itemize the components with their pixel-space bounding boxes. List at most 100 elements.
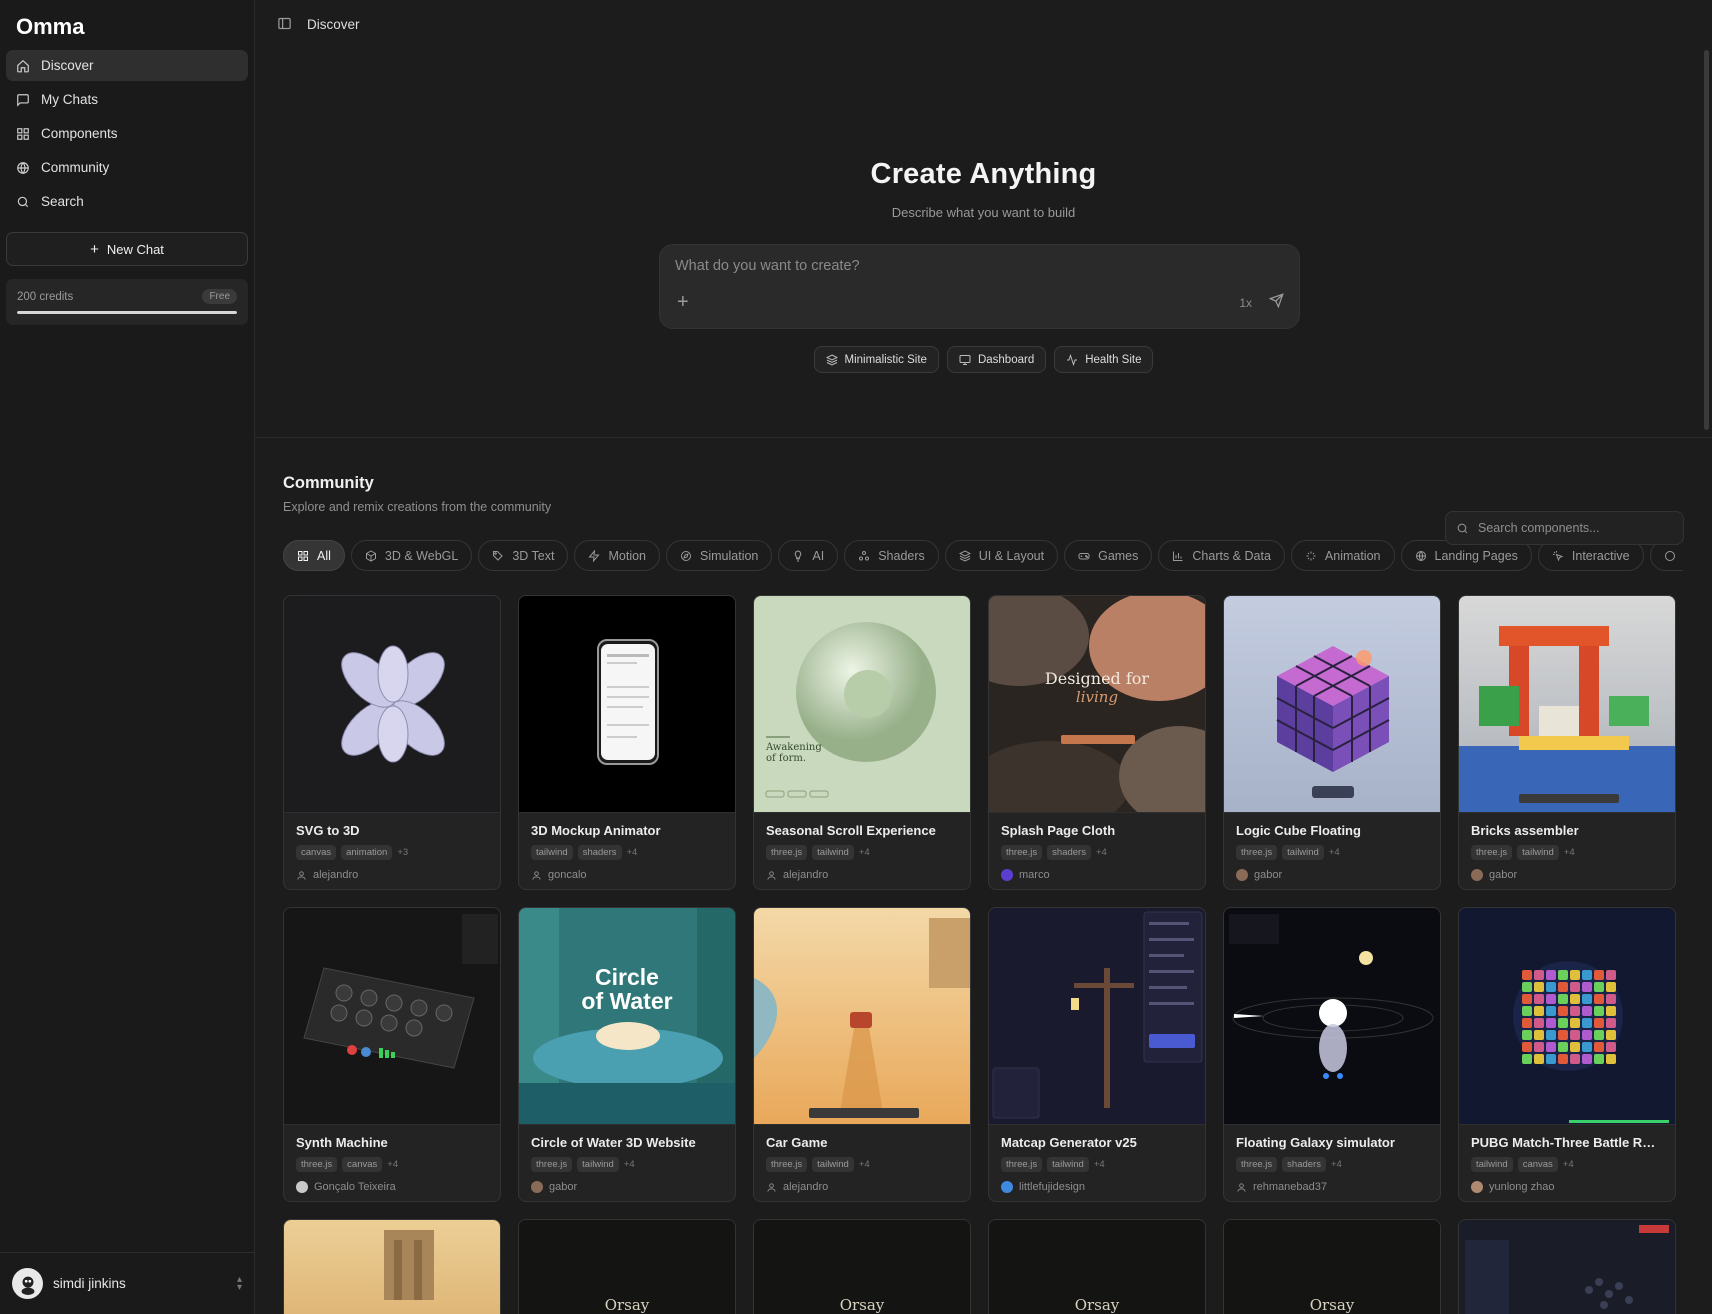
component-card[interactable]: Orsay xyxy=(753,1219,971,1314)
card-info: Bricks assembler three.js tailwind +4 gabo… xyxy=(1459,813,1675,881)
sidebar-item-search[interactable]: Search xyxy=(6,186,248,217)
match3-tile xyxy=(1570,994,1580,1004)
component-card[interactable] xyxy=(1458,1219,1676,1314)
multiplier-select[interactable]: 1x xyxy=(1239,296,1252,310)
thumb-text: Orsay xyxy=(604,1296,650,1314)
user-icon xyxy=(531,870,542,881)
card-thumbnail: Awakening of form. xyxy=(754,596,970,813)
sidebar-item-label: Search xyxy=(41,194,84,209)
suggestion-minimalistic-site[interactable]: Minimalistic Site xyxy=(813,346,939,373)
card-title: PUBG Match-Three Battle Roy... xyxy=(1471,1135,1663,1150)
component-card[interactable]: Bricks assembler three.js tailwind +4 gabo… xyxy=(1458,595,1676,890)
card-tags: tailwind canvas +4 xyxy=(1471,1157,1663,1172)
search-icon xyxy=(1456,522,1469,535)
circle-icon xyxy=(1664,550,1676,562)
component-card[interactable]: Awakening of form. Seasonal Scroll Exper… xyxy=(753,595,971,890)
match3-tile xyxy=(1534,1006,1544,1016)
home-icon xyxy=(16,59,30,73)
match3-tile xyxy=(1546,1042,1556,1052)
compass-icon xyxy=(680,550,692,562)
match3-tile xyxy=(1558,994,1568,1004)
component-card[interactable]: Designed for living Splash Page Cloth th… xyxy=(988,595,1206,890)
brand-logo[interactable]: Omma xyxy=(0,0,254,50)
filter-animation[interactable]: Animation xyxy=(1290,540,1395,571)
globe-icon xyxy=(16,161,30,175)
component-card[interactable]: Orsay xyxy=(1223,1219,1441,1314)
new-chat-button[interactable]: + New Chat xyxy=(6,232,248,266)
suggestion-health-site[interactable]: Health Site xyxy=(1054,346,1154,373)
filter-charts-data[interactable]: Charts & Data xyxy=(1158,540,1285,571)
community-title: Community xyxy=(283,474,374,492)
match3-tile xyxy=(1606,970,1616,980)
component-card[interactable]: 3D Mockup Animator tailwind shaders +4 gon… xyxy=(518,595,736,890)
tag: tailwind xyxy=(577,1157,619,1172)
filter-ui-layout[interactable]: UI & Layout xyxy=(944,540,1059,571)
user-menu[interactable]: simdi jinkins ▴ ▾ xyxy=(0,1252,254,1314)
tag-more-count: +3 xyxy=(397,847,409,858)
card-tags: three.js shaders +4 xyxy=(1236,1157,1428,1172)
component-card[interactable]: Circle of Water Circle of Water 3D Websi… xyxy=(518,907,736,1202)
card-thumbnail xyxy=(519,596,735,813)
component-card[interactable] xyxy=(283,1219,501,1314)
filter-motion[interactable]: Motion xyxy=(574,540,661,571)
tag-more-count: +4 xyxy=(1563,847,1575,858)
filter-ai[interactable]: AI xyxy=(778,540,839,571)
component-card[interactable]: Matcap Generator v25 three.js tailwind +4 … xyxy=(988,907,1206,1202)
match3-tile xyxy=(1594,1018,1604,1028)
thumb-text: Orsay xyxy=(1309,1296,1355,1314)
component-card[interactable]: Orsay xyxy=(988,1219,1206,1314)
tag: animation xyxy=(341,845,393,860)
sidebar-item-community[interactable]: Community xyxy=(6,152,248,183)
card-thumbnail xyxy=(1459,1220,1675,1314)
suggestion-dashboard[interactable]: Dashboard xyxy=(946,346,1047,373)
filter-shaders[interactable]: Shaders xyxy=(844,540,939,571)
user-icon xyxy=(766,870,777,881)
component-card[interactable]: Synth Machine three.js canvas +4 Gonçalo T… xyxy=(283,907,501,1202)
match3-tile xyxy=(1534,1018,1544,1028)
prompt-input[interactable] xyxy=(675,255,1275,277)
match3-tile xyxy=(1558,970,1568,980)
component-card[interactable]: PUBG Match-Three Battle Roy... tailwind c… xyxy=(1458,907,1676,1202)
sidebar-item-my-chats[interactable]: My Chats xyxy=(6,84,248,115)
filter-3d-text[interactable]: 3D Text xyxy=(478,540,569,571)
component-card[interactable]: Car Game three.js tailwind +4 alejandro xyxy=(753,907,971,1202)
author-name: gabor xyxy=(1254,869,1283,881)
component-card[interactable]: Logic Cube Floating three.js tailwind +4 g… xyxy=(1223,595,1441,890)
sidebar-toggle-icon[interactable] xyxy=(277,16,293,32)
filter-simulation[interactable]: Simulation xyxy=(666,540,773,571)
sidebar-nav: Discover My Chats Components Community S… xyxy=(0,50,254,217)
tag-more-count: +4 xyxy=(1093,1159,1105,1170)
component-card[interactable]: Orsay xyxy=(518,1219,736,1314)
tag: tailwind xyxy=(1471,1157,1513,1172)
thumb-text: Orsay xyxy=(839,1296,885,1314)
card-info: PUBG Match-Three Battle Roy... tailwind c… xyxy=(1459,1125,1675,1193)
sidebar-item-components[interactable]: Components xyxy=(6,118,248,149)
card-title: Bricks assembler xyxy=(1471,823,1579,838)
attach-plus-icon[interactable]: + xyxy=(677,292,689,312)
user-name: simdi jinkins xyxy=(53,1276,126,1291)
match3-tile xyxy=(1570,1042,1580,1052)
component-card[interactable]: Floating Galaxy simulator three.js shader… xyxy=(1223,907,1441,1202)
card-thumbnail: Orsay xyxy=(989,1220,1205,1314)
send-icon[interactable] xyxy=(1269,293,1285,309)
filter-all[interactable]: All xyxy=(283,540,345,571)
layers-icon xyxy=(958,549,971,562)
filter-label: Charts & Data xyxy=(1192,548,1271,563)
match3-tile xyxy=(1570,982,1580,992)
filter-3d-webgl[interactable]: 3D & WebGL xyxy=(350,540,473,571)
sidebar-item-discover[interactable]: Discover xyxy=(6,50,248,81)
component-search-input[interactable] xyxy=(1478,521,1678,535)
community-section: Community Explore and remix creations fr… xyxy=(255,474,1712,1314)
match3-tile xyxy=(1534,1054,1544,1064)
tag: three.js xyxy=(766,845,808,860)
component-card[interactable]: SVG to 3D canvas animation +3 alejandro xyxy=(283,595,501,890)
shapes-icon xyxy=(858,550,870,562)
match3-tile xyxy=(1582,1042,1592,1052)
main-content: Discover Create Anything Describe what y… xyxy=(255,0,1712,1314)
filter-games[interactable]: Games xyxy=(1064,540,1153,571)
card-thumbnail xyxy=(284,596,500,813)
author-name: rehmanebad37 xyxy=(1253,1181,1328,1193)
breadcrumb[interactable]: Discover xyxy=(307,17,360,32)
match3-tile xyxy=(1582,982,1592,992)
scrollbar[interactable] xyxy=(1704,50,1709,430)
